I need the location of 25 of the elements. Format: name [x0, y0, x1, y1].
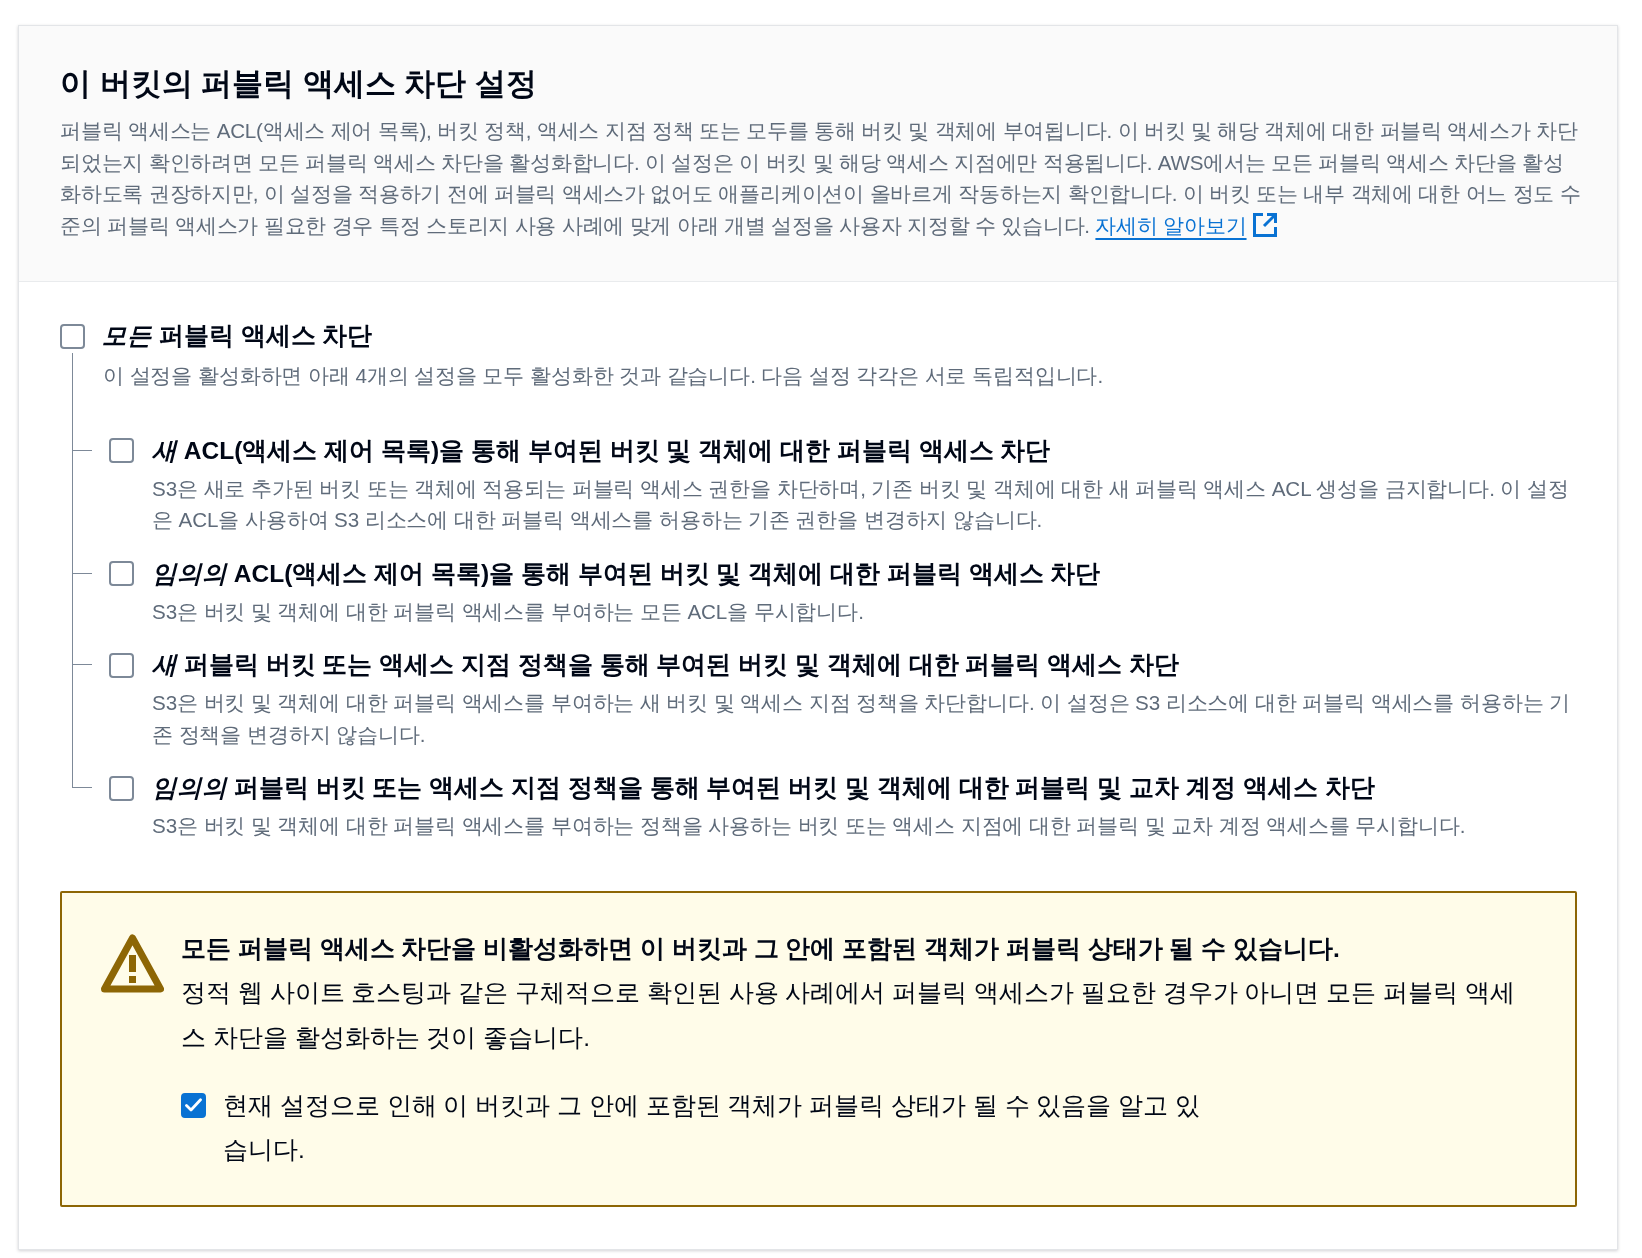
panel-title: 이 버킷의 퍼블릭 액세스 차단 설정: [60, 65, 539, 103]
setting-label: 새 퍼블릭 버킷 또는 액세스 지점 정책을 통해 부여된 버킷 및 객체에 대한 퍼블릭 액세스 차단: [152, 650, 1180, 680]
setting-description: S3은 버킷 및 객체에 대한 퍼블릭 액세스를 부여하는 모든 ACL을 무시합니다.: [152, 598, 865, 625]
checkbox[interactable]: [109, 775, 134, 801]
checkbox[interactable]: [109, 438, 134, 463]
setting-label: 새 ACL(액세스 제어 목록)을 통해 부여된 버킷 및 객체에 대한 퍼블릭 액세스 차단: [152, 435, 1051, 466]
warning-title: 모든 퍼블릭 액세스 차단을 비활성화하면 이 버킷과 그 안에 포함된 객체가 퍼블릭 상태가 될 수 있습니다.: [181, 933, 1341, 964]
checkbox[interactable]: [109, 561, 134, 586]
block-all-description: 이 설정을 활성화하면 아래 4개의 설정을 모두 활성화한 것과 같습니다. 다음 설정 각각은 서로 독립적입니다.: [103, 363, 1104, 389]
panel-description: 퍼블릭 액세스는 ACL(액세스 제어 목록), 버킷 정책, 액세스 지점 정책 또는 모두를 통해 버킷 및 객체에 부여됩니다. 이 버킷 및 해당 객체에 대한 퍼블릭 액세스가 차단되었는지 확인하려면 모든 퍼블릭 액세스 차단을 활성화합니다. 이 설정은 이 버킷 및 해당 액세스 지점에만 적용됩니다. AWS에서는 모든 퍼블릭 액세스 차단을 활성화하도록 권장하지만, 이 설정을 적용하기 전에 퍼블릭 액세스가 없어도 애플리케이션이 올바르게 작동하는지 확인합니다. 이 버킷 또는 내부 객체에 대한 어느 정도 수준의 퍼블릭 액세스가 필요한 경우 특정 스토리지 사용 사례에 맞게 아래 개별 설정을 사용자 지정할 수 있습니다. 자세히 알아보기: [60, 115, 1581, 241]
external-link-icon: [1252, 213, 1277, 238]
setting-label: 임의의 ACL(액세스 제어 목록)을 통해 부여된 버킷 및 객체에 대한 퍼블릭 액세스 차단: [152, 558, 1101, 589]
warning-icon: [101, 933, 164, 993]
acknowledge-label: 현재 설정으로 인해 이 버킷과 그 안에 포함된 객체가 퍼블릭 상태가 될 수 있음을 알고 있습니다.: [223, 1090, 1202, 1165]
checkbox[interactable]: [181, 1092, 206, 1118]
setting-description: S3은 새로 추가된 버킷 또는 객체에 적용되는 퍼블릭 액세스 권한을 차단하며, 기존 버킷 및 객체에 대한 새 퍼블릭 액세스 ACL 생성을 금지합니다. 이 설정은 ACL을 사용하여 S3 리소스에 대한 퍼블릭 액세스를 허용하는 기존 권한을 변경하지 않습니다.: [152, 475, 1570, 533]
setting-description: S3은 버킷 및 객체에 대한 퍼블릭 액세스를 부여하는 새 버킷 및 액세스 지점 정책을 차단합니다. 이 설정은 S3 리소스에 대한 퍼블릭 액세스를 허용하는 기존 정책을 변경하지 않습니다.: [152, 690, 1571, 748]
learn-more-link[interactable]: 자세히 알아보기: [1095, 209, 1277, 241]
block-all-label: 모든 퍼블릭 액세스 차단: [102, 321, 373, 351]
check-icon: [185, 1098, 202, 1112]
setting-description: S3은 버킷 및 객체에 대한 퍼블릭 액세스를 부여하는 정책을 사용하는 버킷 또는 액세스 지점에 대한 퍼블릭 및 교차 계정 액세스를 무시합니다.: [152, 813, 1467, 839]
checkbox[interactable]: [60, 323, 85, 349]
checkbox[interactable]: [109, 652, 134, 678]
warning-message: 정적 웹 사이트 호스팅과 같은 구체적으로 확인된 사용 사례에서 퍼블릭 액세스가 필요한 경우가 아니면 모든 퍼블릭 액세스 차단을 활성화하는 것이 좋습니다.: [181, 977, 1516, 1053]
setting-label: 임의의 퍼블릭 버킷 또는 액세스 지점 정책을 통해 부여된 버킷 및 객체에 대한 퍼블릭 및 교차 계정 액세스 차단: [152, 773, 1375, 803]
